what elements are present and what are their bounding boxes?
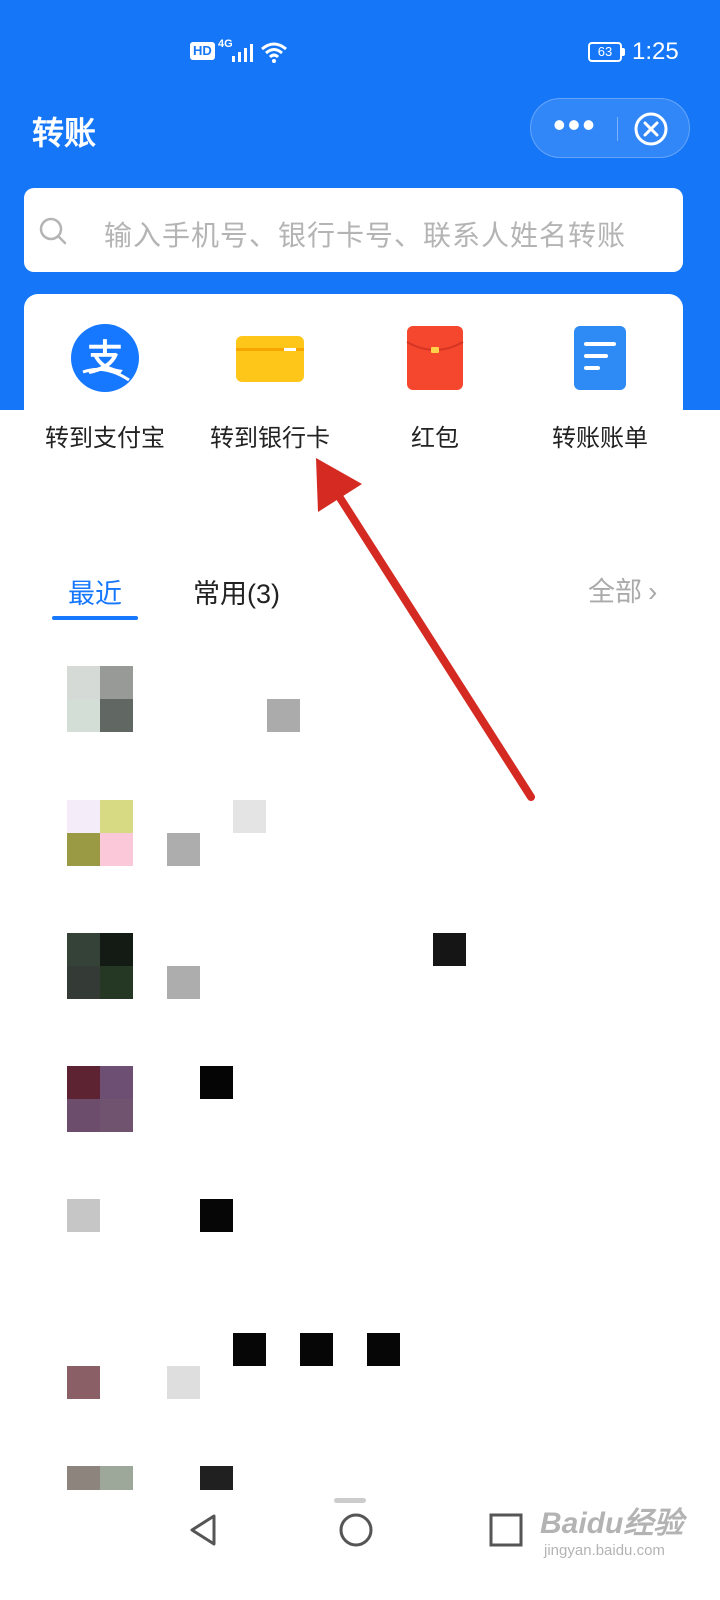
mini-program-capsule: ••• <box>530 98 690 158</box>
avatar <box>100 966 133 999</box>
action-label: 转账账单 <box>552 425 648 452</box>
action-label: 转到银行卡 <box>210 425 330 452</box>
view-all-link[interactable]: 全部 › <box>588 570 657 609</box>
search-icon <box>39 217 67 245</box>
back-triangle-icon[interactable] <box>184 1510 224 1550</box>
avatar <box>100 699 133 732</box>
avatar <box>100 800 133 833</box>
avatar <box>67 666 100 699</box>
home-circle-icon[interactable] <box>336 1510 376 1550</box>
contact-name-redacted <box>300 1333 333 1366</box>
action-to-bank-card[interactable]: 转到银行卡 <box>190 322 350 453</box>
more-dots-icon[interactable]: ••• <box>553 107 601 143</box>
action-to-alipay[interactable]: 支 转到支付宝 <box>25 322 185 453</box>
tab-recent[interactable]: 最近 <box>68 572 122 611</box>
contact-name-redacted <box>267 699 300 732</box>
signal-icon <box>232 44 253 62</box>
hd-badge: HD <box>190 42 215 60</box>
wifi-icon <box>261 42 287 63</box>
action-transfer-bills[interactable]: 转账账单 <box>520 322 680 453</box>
contact-name-redacted <box>200 1066 233 1099</box>
alipay-logo-icon: 支 <box>71 324 139 392</box>
avatar <box>67 966 100 999</box>
red-envelope-icon <box>406 326 464 390</box>
avatar <box>100 1099 133 1132</box>
avatar <box>67 833 100 866</box>
contact-name-redacted <box>200 1199 233 1232</box>
battery-tip <box>622 48 625 56</box>
avatar <box>67 933 100 966</box>
active-tab-indicator <box>52 616 138 620</box>
avatar <box>100 1066 133 1099</box>
bill-document-icon <box>574 326 626 390</box>
avatar <box>67 1099 100 1132</box>
contact-name-redacted <box>233 1333 266 1366</box>
watermark: Baidu经验 jingyan.baidu.com <box>540 1490 710 1586</box>
watermark-url: jingyan.baidu.com <box>544 1542 665 1559</box>
avatar <box>67 1199 100 1232</box>
page-title: 转账 <box>32 115 97 151</box>
network-type: 4G <box>218 38 233 50</box>
contact-name-redacted <box>233 800 266 833</box>
contact-tabs: 最近 常用(3) 全部 › <box>0 560 720 630</box>
scroll-handle <box>334 1498 366 1503</box>
view-all-label: 全部 <box>588 577 642 607</box>
search-input[interactable]: 输入手机号、银行卡号、联系人姓名转账 <box>24 188 683 272</box>
contact-name-redacted <box>367 1333 400 1366</box>
contact-name-redacted <box>167 1366 200 1399</box>
contact-name-redacted <box>433 933 466 966</box>
avatar <box>67 800 100 833</box>
avatar <box>100 833 133 866</box>
capsule-divider <box>617 117 618 141</box>
avatar <box>67 699 100 732</box>
watermark-mark: Baidu经验 <box>540 1507 684 1540</box>
tab-common[interactable]: 常用(3) <box>193 572 280 611</box>
action-label: 转到支付宝 <box>45 425 165 452</box>
action-red-envelope[interactable]: 红包 <box>355 322 515 453</box>
recents-square-icon[interactable] <box>488 1512 524 1548</box>
clock: 1:25 <box>632 38 679 65</box>
chevron-right-icon: › <box>648 576 658 607</box>
status-bar: HD 4G 63 1:25 <box>0 0 720 80</box>
contact-name-redacted <box>167 833 200 866</box>
avatar <box>100 666 133 699</box>
battery-icon: 63 <box>588 42 622 62</box>
avatar <box>100 933 133 966</box>
search-placeholder: 输入手机号、银行卡号、联系人姓名转账 <box>104 220 627 251</box>
bank-card-icon <box>236 336 304 382</box>
contact-name-redacted <box>167 966 200 999</box>
avatar <box>67 1366 100 1399</box>
action-label: 红包 <box>411 425 459 452</box>
avatar <box>67 1066 100 1099</box>
close-circle-icon[interactable] <box>633 111 669 147</box>
